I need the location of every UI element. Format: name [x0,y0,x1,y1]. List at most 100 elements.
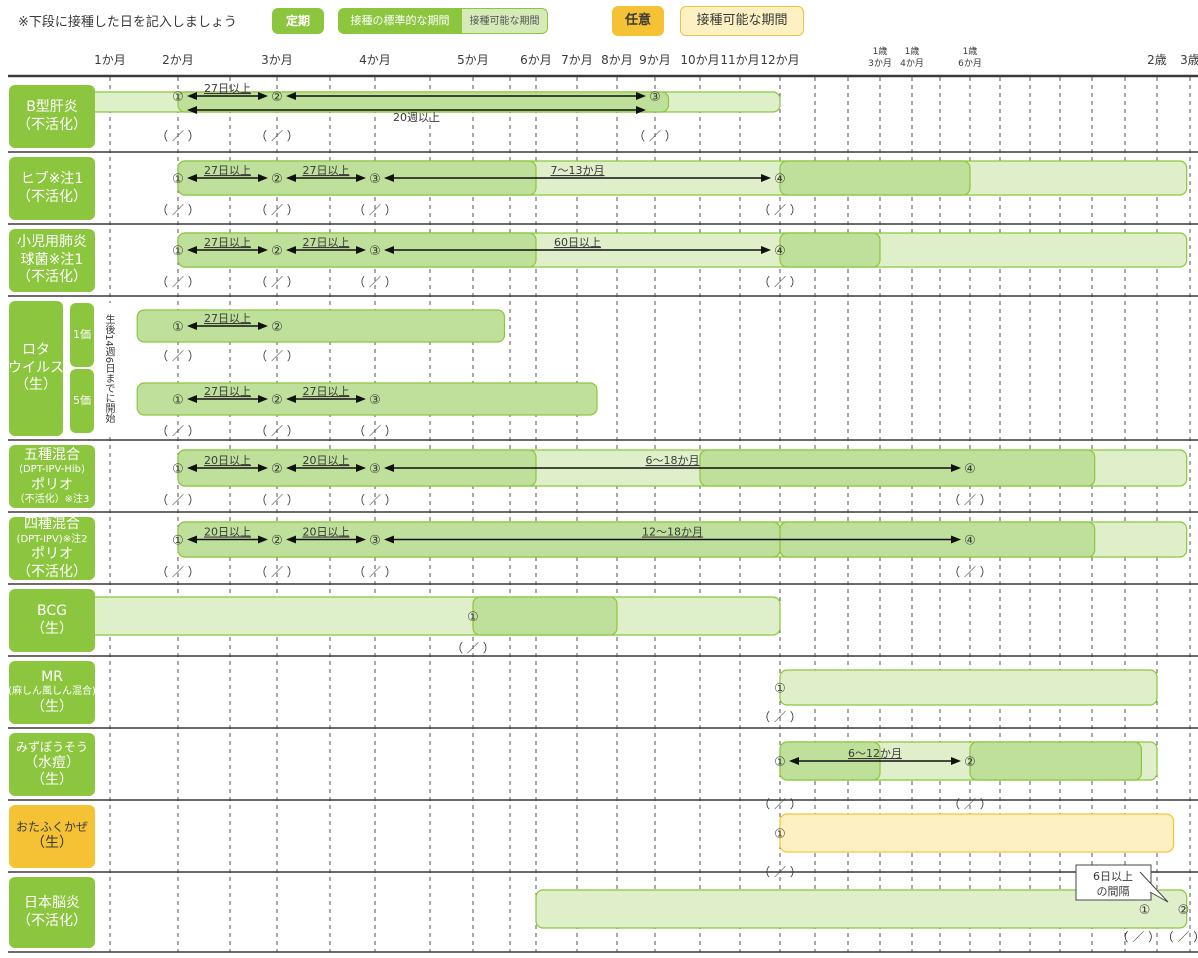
interval-label: 20週以上 [393,111,440,124]
date-entry-blank: （ ／ ） [633,129,677,143]
interval-label: 6〜12か月 [848,747,902,760]
dose-number: ③ [369,534,381,549]
month-label: 5か月 [457,53,489,67]
vaccine-name-line: 球菌※注1 [20,251,84,268]
vaccine-name-line: （不活化） [17,188,87,205]
dose-number: ① [172,393,184,408]
vaccine-row-label: ヒブ※注1 （不活化） [9,157,95,220]
date-entry-blank: （ ／ ） [255,275,299,289]
month-label: 2歳 [1147,53,1167,67]
month-label: 1歳 [905,45,920,57]
month-label: 3か月 [868,58,892,69]
interval-label: 20日以上 [204,526,251,539]
interval-label: 27日以上 [303,236,350,249]
month-label: 4か月 [359,53,391,67]
month-label: 4か月 [900,58,924,69]
month-label: 8か月 [601,53,633,67]
vaccine-row-label: MR (麻しん風しん混合) （生） [8,661,96,724]
vaccine-name-line: BCG [37,603,67,619]
interval-label: 27日以上 [204,236,251,249]
vaccine-name-line: B型肝炎 [26,99,78,115]
dose-number: ① [172,90,184,105]
month-label: 3か月 [261,53,293,67]
dose-number: ① [1139,903,1151,918]
dose-number: ① [172,320,184,335]
vaccine-name-line: （不活化） [17,116,87,133]
vaccine-name-line: ポリオ [31,546,73,562]
dose-number: ③ [369,244,381,259]
interval-label: 27日以上 [303,164,350,177]
standard-period-band [472,596,618,636]
date-entry-blank: （ ／ ） [758,203,802,217]
vaccine-row-label: 五種混合 (DPT-IPV-Hib) ポリオ （不活化）※注3 [9,445,95,508]
dose-number: ③ [369,462,381,477]
date-entry-blank: （ ／ ） [353,493,397,507]
standard-period-band [779,232,881,268]
dose-number: ① [774,755,786,770]
interval-label: 20日以上 [303,454,350,467]
vaccine-name-line: ウイルス [8,359,64,376]
vaccine-name-line: （生） [31,698,73,715]
interval-label: 27日以上 [204,385,251,398]
date-entry-blank: （ ／ ） [758,275,802,289]
vaccine-name-line: ロタ [22,342,50,359]
date-entry-blank: （ ／ ） [353,424,397,438]
interval-label: 27日以上 [204,164,251,177]
vaccine-name-line: （不活化）※注3 [14,494,90,505]
vaccine-name-line: (DPT-IPV-Hib) [19,464,85,475]
interval-label: 7〜13か月 [551,164,605,177]
dose-number: ② [271,244,283,259]
dose-number: ① [467,610,479,625]
dose-number: ② [271,320,283,335]
rotavirus-start-note: 生後14週6日までに開始 [101,303,115,435]
month-label: 10か月 [680,53,719,67]
date-entry-blank: （ ／ ） [156,424,200,438]
vaccine-name-line: （生） [31,835,73,852]
date-entry-blank: （ ／ ） [353,275,397,289]
vaccine-name-line: ポリオ [31,476,73,493]
date-entry-blank: （ ／ ） [255,493,299,507]
interval-label: 60日以上 [554,236,601,249]
rotavirus-valency-label: 5価 [70,369,94,433]
vaccine-name-line: MR [41,668,63,685]
month-label: 12か月 [760,53,799,67]
dose-number: ② [271,462,283,477]
date-entry-blank: （ ／ ） [1162,930,1198,944]
month-label: 1歳 [963,45,978,57]
optional-period-band [779,813,1175,853]
date-entry-blank: （ ／ ） [948,797,992,811]
vaccine-name-line: （生） [15,377,57,394]
vaccine-row-label: B型肝炎 （不活化） [9,85,95,148]
vaccine-row-label: 小児用肺炎 球菌※注1 （不活化） [9,229,95,292]
dose-number: ④ [964,534,976,549]
month-label: 11か月 [720,53,759,67]
month-label: 9か月 [639,53,671,67]
callout-text: 6日以上 [1093,870,1133,883]
vaccine-name-line: みずぼうそう [15,739,88,754]
dose-number: ② [1178,903,1190,918]
interval-label: 27日以上 [303,385,350,398]
date-entry-blank: （ ／ ） [255,565,299,579]
dose-number: ① [172,172,184,187]
date-entry-blank: （ ／ ） [1116,930,1160,944]
rotavirus-valency-label: 1価 [70,303,94,367]
vaccine-name-line: （不活化） [17,269,87,286]
dose-number: ① [774,682,786,697]
vaccine-row-label: みずぼうそう （水痘） （生） [9,733,95,796]
vaccine-name-line: （水痘） [24,754,80,771]
date-entry-blank: （ ／ ） [758,797,802,811]
standard-period-band [969,741,1143,781]
vaccine-name-line: （不活化） [17,912,87,929]
dose-number: ③ [649,90,661,105]
month-label: 3歳 [1180,53,1198,67]
vaccine-name-line: 五種混合 [24,446,80,463]
vaccine-name-line: (麻しん風しん混合) [8,686,96,698]
month-label: 6か月 [520,53,552,67]
vaccine-name-line: （生） [31,772,73,788]
interval-label: 12〜18か月 [642,526,703,539]
dose-number: ① [172,244,184,259]
legend-routine: 定期 [272,8,324,34]
date-entry-blank: （ ／ ） [758,865,802,879]
date-entry-blank: （ ／ ） [948,493,992,507]
interval-label: 27日以上 [204,82,251,95]
